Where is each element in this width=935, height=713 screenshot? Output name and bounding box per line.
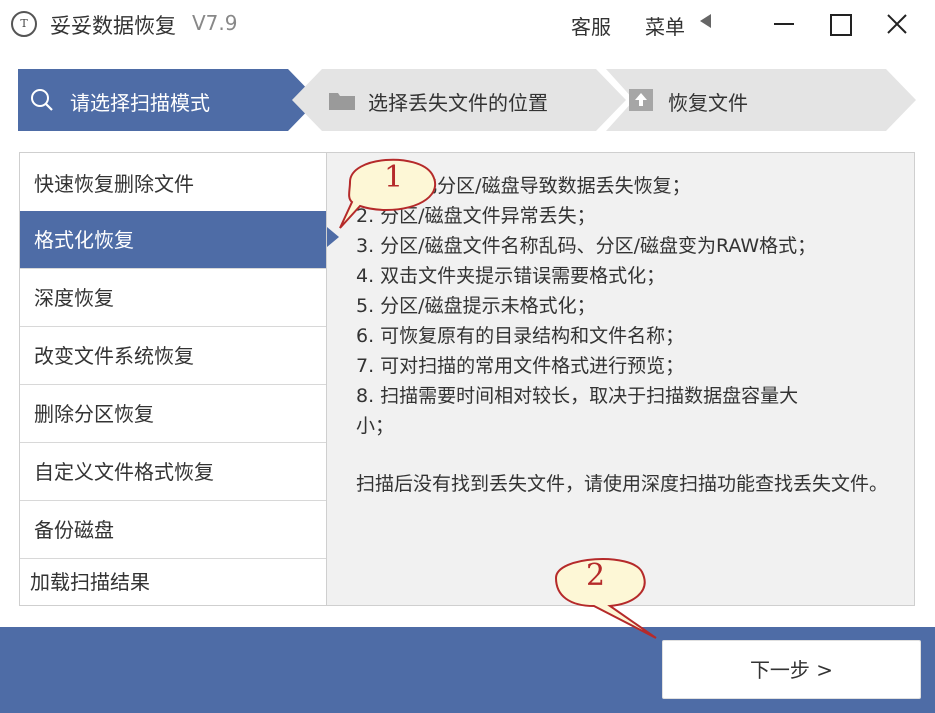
app-logo-icon: T	[11, 11, 37, 37]
app-title: 妥妥数据恢复	[50, 14, 176, 38]
wizard-steps: 请选择扫描模式 选择丢失文件的位置 恢复文件	[18, 69, 918, 131]
description-line: 3. 分区/磁盘文件名称乱码、分区/磁盘变为RAW格式；	[356, 235, 817, 257]
description-line: 7. 可对扫描的常用文件格式进行预览；	[356, 355, 685, 377]
mode-item-quick-recover[interactable]: 快速恢复删除文件	[20, 155, 326, 213]
title-bar: T 妥妥数据恢复 V7.9 客服 菜单	[0, 0, 935, 50]
step-1-label: 请选择扫描模式	[70, 91, 210, 115]
app-version: V7.9	[192, 11, 238, 35]
close-icon	[887, 14, 907, 34]
mode-item-partition-recover[interactable]: 删除分区恢复	[20, 385, 326, 443]
step-2[interactable]: 选择丢失文件的位置	[318, 69, 598, 131]
step-3-label: 恢复文件	[668, 91, 748, 115]
description-line: 6. 可恢复原有的目录结构和文件名称；	[356, 325, 685, 347]
description-line: 小；	[356, 415, 395, 437]
folder-icon	[329, 93, 355, 110]
mode-item-load-scan-result[interactable]: 加载扫描结果	[20, 557, 326, 605]
step-2-label: 选择丢失文件的位置	[368, 91, 548, 115]
callout-2-number: 2	[586, 558, 606, 593]
callout-2: 2	[548, 548, 660, 640]
mode-item-deep-recover[interactable]: 深度恢复	[20, 269, 326, 327]
mode-item-custom-format-recover[interactable]: 自定义文件格式恢复	[20, 443, 326, 501]
mode-item-filesystem-recover[interactable]: 改变文件系统恢复	[20, 327, 326, 385]
callout-1-number: 1	[384, 160, 404, 195]
search-icon	[31, 89, 53, 111]
mode-item-backup-disk[interactable]: 备份磁盘	[20, 501, 326, 559]
maximize-button[interactable]	[823, 8, 857, 40]
callout-1: 1	[330, 144, 450, 234]
mode-item-format-recover[interactable]: 格式化恢复	[20, 211, 326, 269]
scan-mode-list: 快速恢复删除文件 格式化恢复 深度恢复 改变文件系统恢复 删除分区恢复 自定义文…	[19, 152, 327, 606]
step-1[interactable]: 请选择扫描模式	[18, 69, 308, 131]
menu-arrow-icon[interactable]	[700, 14, 711, 28]
service-button[interactable]: 客服	[571, 11, 611, 40]
menu-button[interactable]: 菜单	[645, 11, 685, 40]
next-button[interactable]: 下一步 >	[662, 640, 921, 699]
description-line: 8. 扫描需要时间相对较长，取决于扫描数据盘容量大	[356, 385, 799, 407]
description-note: 扫描后没有找到丢失文件，请使用深度扫描功能查找丢失文件。	[356, 473, 889, 495]
close-button[interactable]	[880, 8, 914, 40]
upload-icon	[629, 89, 653, 111]
minimize-button[interactable]	[768, 8, 802, 40]
description-line: 4. 双击文件夹提示错误需要格式化；	[356, 265, 666, 287]
description-line: 5. 分区/磁盘提示未格式化；	[356, 295, 596, 317]
step-3[interactable]: 恢复文件	[618, 69, 878, 131]
